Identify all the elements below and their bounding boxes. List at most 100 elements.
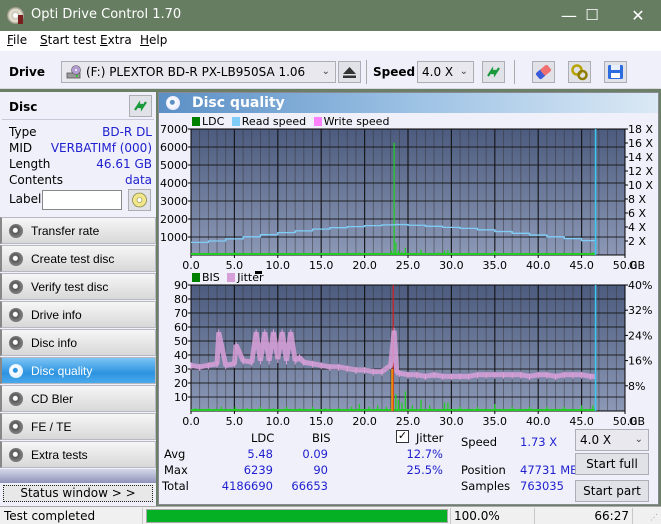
- y-tick-label-left: 7000: [160, 123, 188, 136]
- verify-test-disc-icon: [9, 280, 23, 294]
- test-speed-select[interactable]: 4.0 X ⌄: [575, 429, 649, 451]
- create-test-disc-icon: [9, 252, 23, 266]
- y-tick-label-left: 3000: [160, 195, 188, 208]
- disc-refresh-button[interactable]: [129, 95, 152, 117]
- status-divider: [450, 508, 451, 524]
- menu-start-test[interactable]: Start test: [40, 33, 96, 47]
- status-window-button[interactable]: Status window > >: [3, 485, 153, 502]
- status-text: Test completed: [4, 509, 96, 523]
- bis-jitter-chart: 102030405060708090 8% 16% 24% 32% 40% 0.0 5.0 10…: [174, 279, 652, 428]
- toolbar: Drive (F:) PLEXTOR BD-R PX-LB950SA 1.06 …: [0, 51, 661, 89]
- menu-bar: File Start test Extra Help: [0, 31, 661, 51]
- save-button[interactable]: [604, 61, 627, 83]
- maximize-button[interactable]: ☐: [569, 0, 615, 31]
- y-tick-label-left: 6000: [160, 141, 188, 154]
- menu-help[interactable]: Help: [140, 33, 167, 47]
- stats-max-jitter: 25.5%: [406, 463, 443, 477]
- y-tick-label-left: 5000: [160, 159, 188, 172]
- y-tick-label-left: 40: [174, 349, 188, 362]
- y-tick-label-left: 2000: [160, 213, 188, 226]
- speed-select[interactable]: 4.0 X ⌄: [417, 61, 474, 83]
- nav-drive-info[interactable]: Drive info: [0, 301, 156, 328]
- toolbar-separator: [366, 60, 367, 84]
- nav-label: Disc quality: [31, 364, 93, 378]
- disc-length-key: Length: [9, 157, 51, 171]
- y-tick-label-left: 80: [174, 293, 188, 306]
- settings-icon: [571, 64, 588, 81]
- stats-avg-label: Avg: [164, 447, 186, 461]
- disc-length-value: 46.61 GB: [96, 157, 152, 171]
- nav-disc-quality[interactable]: Disc quality: [0, 357, 156, 384]
- status-divider: [142, 508, 143, 524]
- close-button[interactable]: ✕: [615, 0, 661, 31]
- nav-label: Create test disc: [31, 252, 115, 266]
- panel-header: Disc quality: [159, 93, 658, 113]
- disc-label-button[interactable]: [128, 189, 151, 211]
- chevron-down-icon: ⌄: [459, 66, 468, 77]
- samples-value: 763035: [520, 479, 564, 493]
- nav-label: Drive info: [31, 308, 82, 322]
- drive-select[interactable]: (F:) PLEXTOR BD-R PX-LB950SA 1.06 ⌄: [61, 61, 336, 83]
- nav-verify-test-disc[interactable]: Verify test disc: [0, 273, 156, 300]
- speed-stat-value: 1.73 X: [520, 435, 558, 449]
- y-tick-label-right: 24%: [628, 329, 652, 342]
- y-tick-label-right: 12 X: [628, 165, 653, 178]
- x-tick-label: 35.0: [483, 259, 508, 272]
- x-tick-label: 10.0: [266, 259, 291, 272]
- menu-label: xtra: [107, 33, 132, 47]
- disc-contents-key: Contents: [9, 173, 63, 187]
- x-tick-label: 5.0: [226, 415, 244, 428]
- y-tick-label-left: 90: [174, 279, 188, 292]
- eject-icon: [343, 67, 356, 78]
- menu-accel: E: [100, 33, 108, 47]
- x-tick-label: 20.0: [352, 415, 377, 428]
- resize-grip[interactable]: ⋰: [650, 513, 658, 522]
- nav-create-test-disc[interactable]: Create test disc: [0, 245, 156, 272]
- cd-bler-icon: [9, 392, 23, 406]
- start-full-button[interactable]: Start full: [575, 453, 649, 475]
- status-divider: [534, 508, 535, 524]
- progress-fill: [147, 510, 447, 522]
- nav-fe-te[interactable]: FE / TE: [0, 413, 156, 440]
- eject-button[interactable]: [338, 61, 361, 83]
- stats-max-ldc: 6239: [243, 463, 273, 477]
- legend-marker: [255, 271, 262, 274]
- x-tick-label: 30.0: [439, 259, 464, 272]
- x-tick-label: 40.0: [526, 259, 551, 272]
- menu-file[interactable]: File: [7, 33, 27, 47]
- stats-avg-bis: 0.09: [302, 447, 328, 461]
- y-tick-label-right: 8%: [628, 380, 645, 393]
- x-tick-label: 25.0: [396, 259, 421, 272]
- menu-extra[interactable]: Extra: [100, 33, 132, 47]
- x-tick-label: 15.0: [309, 259, 334, 272]
- y-tick-label-left: 30: [174, 363, 188, 376]
- title-bar: Opti Drive Control 1.70 — ☐ ✕: [0, 0, 661, 31]
- disc-label-input[interactable]: [42, 190, 122, 210]
- jitter-checkbox[interactable]: ✓: [396, 430, 409, 443]
- nav-disc-info[interactable]: Disc info: [0, 329, 156, 356]
- toolbar-separator: [514, 60, 515, 84]
- start-part-button[interactable]: Start part: [575, 480, 649, 502]
- stats-avg-jitter: 12.7%: [406, 447, 443, 461]
- x-tick-label: 20.0: [352, 259, 377, 272]
- x-axis-unit: GB: [629, 415, 645, 428]
- erase-button[interactable]: [532, 61, 555, 83]
- y-tick-label-right: 16%: [628, 355, 652, 368]
- x-tick-label: 25.0: [396, 415, 421, 428]
- stats-jitter-header: Jitter: [416, 431, 444, 445]
- y-tick-label-right: 18 X: [628, 123, 653, 136]
- disc-mid-key: MID: [9, 141, 33, 155]
- x-tick-label: 10.0: [266, 415, 291, 428]
- speed-stat-label: Speed: [461, 435, 498, 449]
- disc-quality-icon: [9, 364, 23, 378]
- nav-cd-bler[interactable]: CD Bler: [0, 385, 156, 412]
- settings-button[interactable]: [568, 61, 591, 83]
- nav-label: Extra tests: [31, 448, 88, 462]
- position-value: 47731 MB: [520, 463, 579, 477]
- nav-extra-tests[interactable]: Extra tests: [0, 441, 156, 468]
- save-icon: [608, 65, 623, 79]
- drive-select-value: (F:) PLEXTOR BD-R PX-LB950SA 1.06: [86, 65, 306, 79]
- refresh-button[interactable]: [482, 61, 505, 83]
- x-tick-label: 35.0: [483, 415, 508, 428]
- nav-transfer-rate[interactable]: Transfer rate: [0, 217, 156, 244]
